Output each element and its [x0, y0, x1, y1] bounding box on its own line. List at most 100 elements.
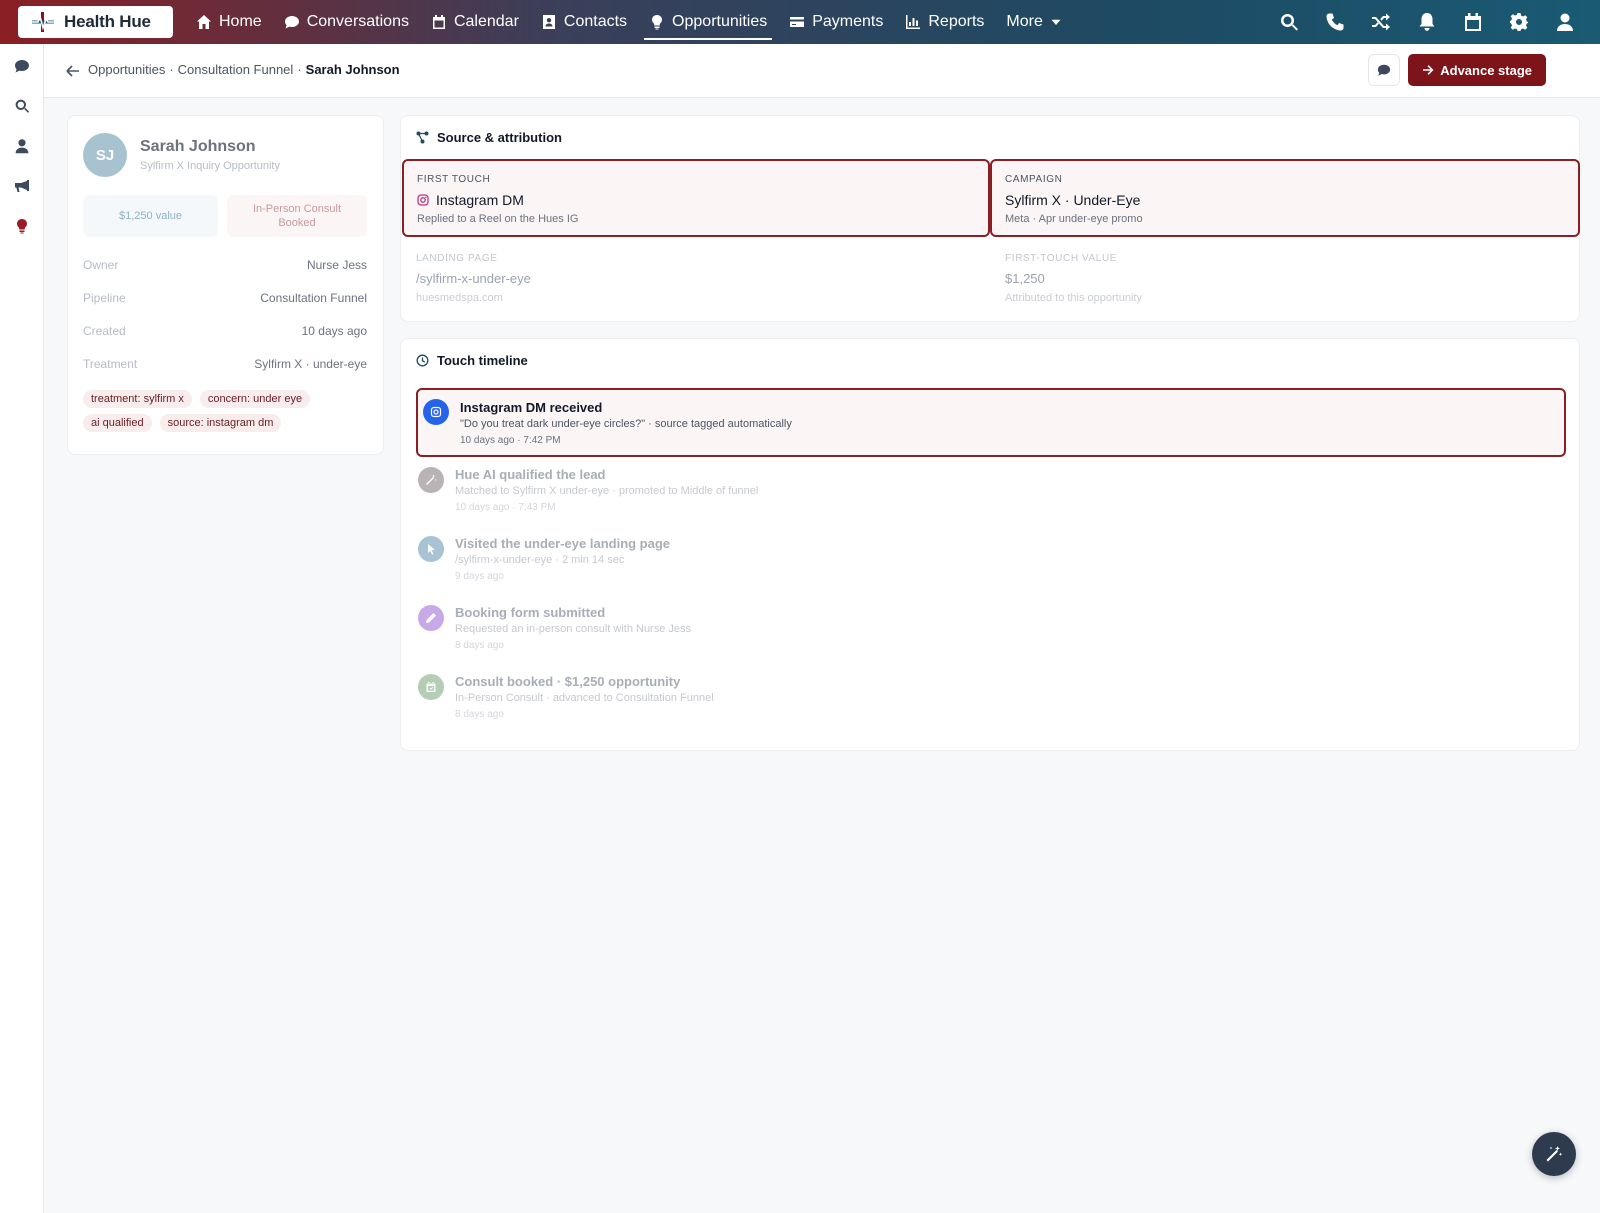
settings-button[interactable] — [1496, 0, 1542, 44]
timeline-item-time: 9 days ago — [455, 571, 504, 582]
megaphone-icon — [15, 180, 29, 192]
timeline-item-time: 10 days ago · 7:43 PM — [455, 502, 556, 513]
nav-item-contacts[interactable]: Contacts — [530, 0, 638, 44]
instagram-icon — [430, 406, 442, 418]
timeline-item[interactable]: Visited the under-eye landing page /sylf… — [416, 526, 1566, 586]
user-icon — [15, 139, 29, 154]
field-label: Created — [83, 324, 126, 338]
advance-stage-label: Advance stage — [1440, 62, 1532, 78]
rail-marketing[interactable] — [0, 166, 44, 206]
bell-icon — [1419, 13, 1435, 31]
profile-button[interactable] — [1542, 0, 1588, 44]
automations-button[interactable] — [1358, 0, 1404, 44]
calendar-icon — [432, 15, 445, 29]
rail-opportunities[interactable] — [0, 206, 44, 246]
bar-chart-icon — [906, 15, 921, 29]
rail-contacts[interactable] — [0, 126, 44, 166]
first-touch-box[interactable]: FIRST TOUCH Instagram DM Replied to a Re… — [402, 159, 990, 237]
nav-item-more[interactable]: More — [995, 0, 1072, 44]
user-icon — [1557, 13, 1573, 31]
source-attribution-card: Source & attribution FIRST TOUCH Instagr… — [400, 115, 1580, 322]
brand-name: Health Hue — [64, 12, 151, 31]
timeline-item-time: 8 days ago — [455, 640, 504, 651]
calendar-icon — [1465, 13, 1481, 31]
stage-pill[interactable]: In-Person Consult Booked — [227, 195, 367, 237]
lightbulb-icon — [17, 219, 27, 234]
breadcrumb-separator: · — [169, 62, 174, 77]
advance-stage-button[interactable]: Advance stage — [1408, 54, 1546, 86]
contact-profile-card: SJ Sarah Johnson Sylfirm X Inquiry Oppor… — [67, 115, 384, 455]
notifications-button[interactable] — [1404, 0, 1450, 44]
search-button[interactable] — [1266, 0, 1312, 44]
timeline-dot — [418, 536, 444, 562]
timeline-dot — [418, 605, 444, 631]
timeline-item[interactable]: Consult booked · $1,250 opportunity In-P… — [416, 664, 1566, 724]
timeline-dot — [418, 467, 444, 493]
calendar-button[interactable] — [1450, 0, 1496, 44]
nav-item-payments[interactable]: Payments — [778, 0, 894, 44]
instagram-icon — [417, 194, 429, 206]
contact-name: Sarah Johnson — [140, 138, 256, 155]
tag-chip[interactable]: treatment: sylfirm x — [83, 390, 192, 408]
timeline-item[interactable]: Booking form submitted Requested an in-p… — [416, 595, 1566, 655]
breadcrumb-pipeline[interactable]: Consultation Funnel — [178, 62, 294, 77]
nav-item-calendar[interactable]: Calendar — [420, 0, 530, 44]
breadcrumb: Opportunities · Consultation Funnel · Sa… — [88, 62, 400, 77]
nav-item-home[interactable]: Home — [185, 0, 273, 44]
phone-button[interactable] — [1312, 0, 1358, 44]
landing-page-block: LANDING PAGE /sylfirm-x-under-eye huesme… — [416, 253, 531, 304]
field-value[interactable]: Sylfirm X · under-eye — [254, 357, 367, 371]
nav-item-label: Calendar — [453, 13, 519, 30]
back-arrow-icon[interactable] — [64, 62, 82, 80]
nav-item-label: More — [1006, 13, 1043, 30]
nav-item-conversations[interactable]: Conversations — [273, 0, 420, 44]
first-touch-label: FIRST TOUCH — [417, 174, 491, 185]
chevron-down-icon — [1051, 19, 1061, 25]
cursor-icon — [428, 544, 435, 555]
campaign-box[interactable]: CAMPAIGN Sylfirm X · Under-Eye Meta · Ap… — [990, 159, 1580, 237]
landing-page-value[interactable]: /sylfirm-x-under-eye — [416, 271, 531, 286]
nav-item-reports[interactable]: Reports — [894, 0, 995, 44]
ai-assistant-button[interactable] — [1532, 1132, 1576, 1176]
shuffle-icon — [1372, 13, 1390, 31]
timeline-card-title: Touch timeline — [416, 353, 528, 368]
campaign-note: Meta · Apr under-eye promo — [1005, 213, 1143, 225]
arrow-right-icon — [1423, 65, 1434, 75]
breadcrumb-opportunities[interactable]: Opportunities — [88, 62, 165, 77]
calendar-check-icon — [426, 682, 436, 692]
timeline-card-title-text: Touch timeline — [437, 353, 528, 368]
tag-chip[interactable]: concern: under eye — [199, 390, 311, 408]
tag-chip[interactable]: source: instagram dm — [159, 414, 282, 432]
chat-icon — [1377, 64, 1391, 76]
tag-list: treatment: sylfirm x concern: under eye … — [83, 390, 373, 432]
timeline-item-title: Instagram DM received — [460, 400, 603, 415]
nav-item-opportunities[interactable]: Opportunities — [638, 0, 778, 44]
touch-timeline-card: Touch timeline Instagram DM received "Do… — [400, 338, 1580, 751]
field-label: Pipeline — [83, 291, 126, 305]
ft-value-note: Attributed to this opportunity — [1005, 292, 1142, 304]
rail-conversations[interactable] — [0, 46, 44, 86]
chat-icon — [15, 60, 29, 73]
search-icon — [15, 99, 30, 113]
source-card-title: Source & attribution — [416, 130, 562, 145]
first-touch-value: Instagram DM — [417, 192, 524, 208]
message-button[interactable] — [1368, 54, 1400, 86]
field-value[interactable]: Consultation Funnel — [260, 291, 367, 305]
stage-pill-line1: In-Person Consult — [252, 203, 342, 215]
opportunity-subtitle: Sylfirm X Inquiry Opportunity — [140, 160, 280, 172]
tag-chip[interactable]: ai qualified — [83, 414, 152, 432]
nav-item-label: Payments — [812, 13, 884, 30]
breadcrumb-current: Sarah Johnson — [305, 62, 400, 77]
rail-search[interactable] — [0, 86, 44, 126]
brand-logo[interactable]: Health Hue — [18, 6, 173, 38]
health-cross-icon — [30, 11, 56, 33]
field-value[interactable]: Nurse Jess — [307, 258, 367, 272]
timeline-item[interactable]: Hue AI qualified the lead Matched to Syl… — [416, 457, 1566, 517]
timeline-item-desc: Matched to Sylfirm X under-eye · promote… — [455, 485, 759, 497]
search-icon — [1281, 14, 1298, 31]
first-touch-note: Replied to a Reel on the Hues IG — [417, 213, 579, 225]
timeline-item[interactable]: Instagram DM received "Do you treat dark… — [416, 388, 1566, 457]
phone-icon — [1326, 13, 1344, 31]
field-label: Treatment — [83, 357, 138, 371]
timeline-dot — [423, 399, 449, 425]
